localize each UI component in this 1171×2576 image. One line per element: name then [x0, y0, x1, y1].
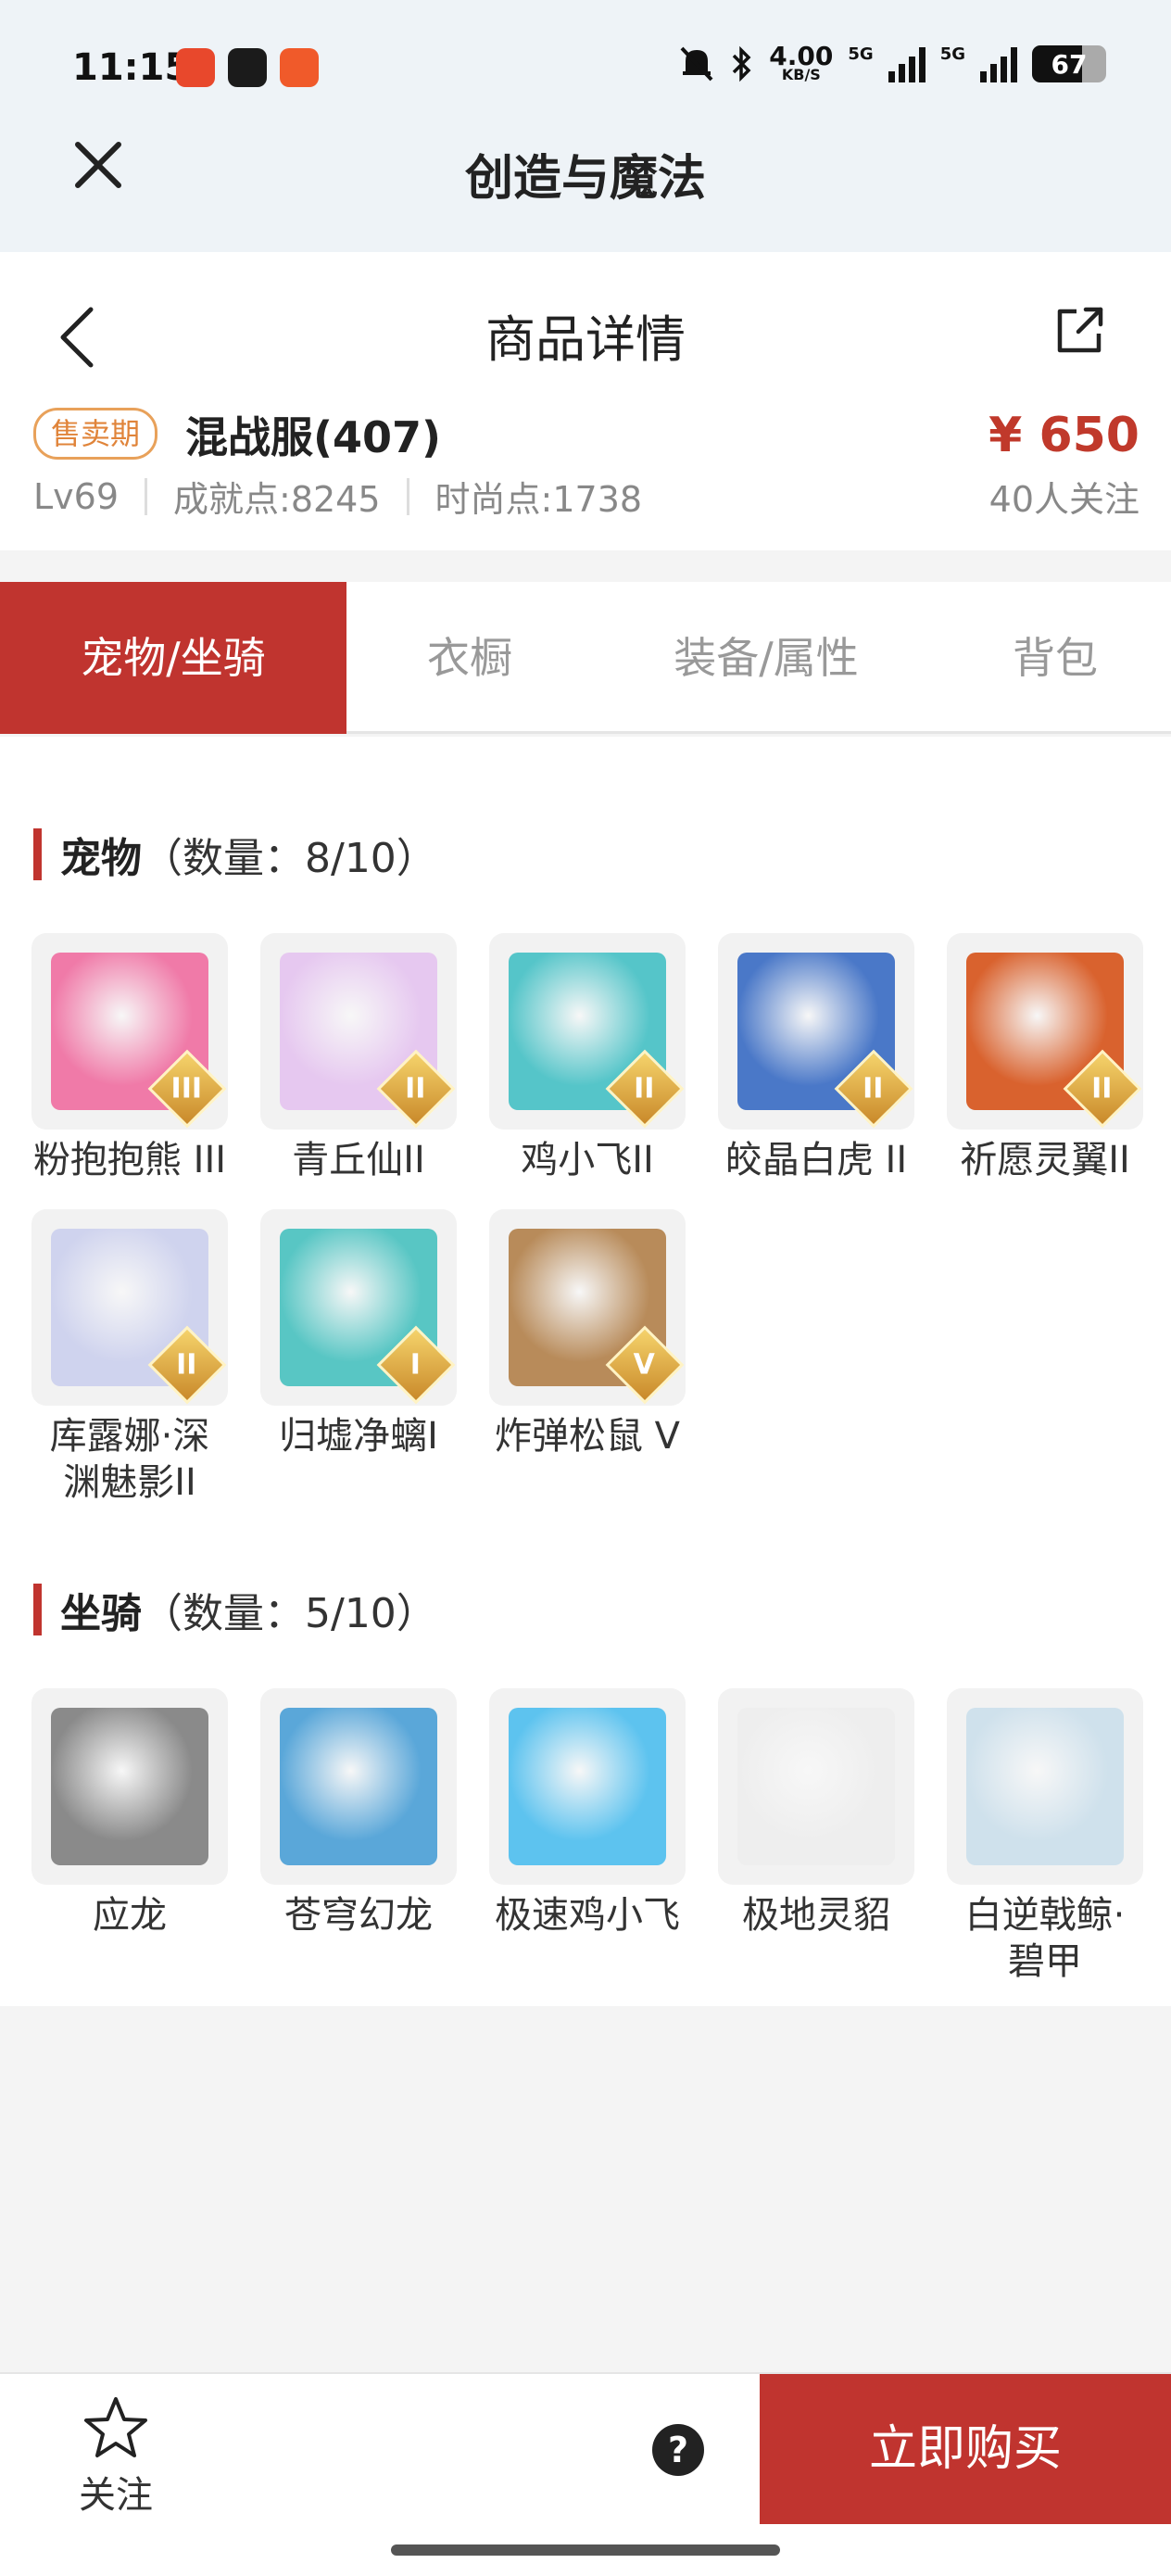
sim2-label: 5G	[939, 44, 965, 64]
follow-label: 关注	[79, 2474, 153, 2517]
sale-period-badge: 售卖期	[33, 408, 158, 460]
notification-icons	[176, 48, 319, 87]
item-name: 归墟净螭I	[279, 1415, 438, 1458]
section-marker	[33, 1584, 42, 1635]
app-notification-icon	[228, 48, 267, 87]
tab-pets-mounts[interactable]: 宠物/坐骑	[0, 582, 346, 734]
item-thumbnail	[260, 1688, 457, 1885]
app-header: 11:15 4.00 KB/S 5G 5G 67 创造与魔法	[0, 0, 1171, 252]
bottom-action-bar: 关注 ? 立即购买	[0, 2372, 1171, 2576]
list-item[interactable]: 白逆戟鲸·碧甲	[947, 1688, 1143, 1985]
battery-icon: 67	[1032, 45, 1106, 82]
fashion-points: 时尚点:1738	[434, 479, 643, 520]
item-thumbnail: II	[947, 933, 1143, 1130]
item-name: 库露娜·深渊魅影II	[49, 1415, 210, 1504]
share-icon[interactable]	[1054, 304, 1106, 356]
item-thumbnail: II	[260, 933, 457, 1130]
blue-chick-icon	[509, 1708, 666, 1865]
tab-backpack[interactable]: 背包	[939, 582, 1171, 734]
achievement-points: 成就点:8245	[173, 479, 381, 520]
list-item[interactable]: II 鸡小飞II	[489, 933, 686, 1183]
page-title: 商品详情	[485, 310, 686, 369]
list-item[interactable]: II 青丘仙II	[260, 933, 457, 1183]
level-text: Lv69	[33, 475, 120, 517]
app-notification-icon	[280, 48, 319, 87]
item-name: 鸡小飞II	[521, 1139, 654, 1181]
sky-dragon-icon	[280, 1708, 437, 1865]
list-item[interactable]: II 皎晶白虎 II	[718, 933, 914, 1183]
list-item[interactable]: 应龙	[31, 1688, 228, 1985]
account-stats: Lv69 成就点:8245 时尚点:1738	[33, 471, 642, 522]
pet-list: III 粉抱抱熊 III II 青丘仙II II 鸡小飞II II 皎晶白虎 II II 祈愿灵翼…	[31, 933, 1143, 1506]
item-thumbnail	[718, 1688, 914, 1885]
list-item[interactable]: V 炸弹松鼠 V	[489, 1209, 686, 1506]
item-name: 应龙	[93, 1894, 167, 1937]
category-tabs: 宠物/坐骑 衣橱 装备/属性 背包	[0, 582, 1171, 734]
item-thumbnail	[489, 1688, 686, 1885]
mute-bell-icon	[680, 46, 713, 82]
item-name: 粉抱抱熊 III	[32, 1139, 227, 1181]
polar-marten-icon	[737, 1708, 895, 1865]
star-icon	[84, 2397, 147, 2457]
app-title: 创造与魔法	[464, 151, 706, 207]
item-name: 白逆戟鲸·碧甲	[964, 1894, 1126, 1983]
list-item[interactable]: II 祈愿灵翼II	[947, 933, 1143, 1183]
divider	[406, 477, 409, 515]
bluetooth-icon	[733, 45, 751, 82]
item-name: 苍穹幻龙	[284, 1894, 433, 1937]
list-item[interactable]: 苍穹幻龙	[260, 1688, 457, 1985]
status-indicators: 4.00 KB/S 5G 5G 67	[678, 44, 1106, 83]
item-name: 极速鸡小飞	[495, 1894, 680, 1937]
network-speed: 4.00 KB/S	[769, 41, 834, 83]
item-thumbnail: II	[31, 1209, 228, 1406]
orca-icon	[966, 1708, 1124, 1865]
item-name: 皎晶白虎 II	[724, 1139, 908, 1181]
ying-dragon-icon	[51, 1708, 208, 1865]
tab-equipment[interactable]: 装备/属性	[593, 582, 939, 734]
price: ¥ 650	[988, 408, 1140, 463]
status-time: 11:15	[72, 46, 191, 89]
pets-section-title: 宠物 （数量：8/10）	[33, 825, 437, 884]
tab-wardrobe[interactable]: 衣橱	[346, 582, 593, 734]
list-item[interactable]: III 粉抱抱熊 III	[31, 933, 228, 1183]
follow-button[interactable]: 关注	[74, 2394, 157, 2519]
mount-list: 应龙 苍穹幻龙 极速鸡小飞 极地灵貂 白逆戟鲸·碧甲	[31, 1688, 1143, 1985]
help-icon[interactable]: ?	[652, 2424, 704, 2476]
item-name: 炸弹松鼠 V	[494, 1415, 681, 1458]
item-thumbnail	[947, 1688, 1143, 1885]
list-item[interactable]: 极速鸡小飞	[489, 1688, 686, 1985]
section-marker	[33, 828, 42, 880]
list-item[interactable]: II 库露娜·深渊魅影II	[31, 1209, 228, 1506]
pets-mounts-panel: 宠物 （数量：8/10） III 粉抱抱熊 III II 青丘仙II II 鸡小飞II II 皎…	[0, 737, 1171, 2006]
sim1-label: 5G	[848, 44, 874, 64]
item-thumbnail: III	[31, 933, 228, 1130]
app-notification-icon	[176, 48, 215, 87]
item-thumbnail: II	[718, 933, 914, 1130]
status-bar: 11:15 4.00 KB/S 5G 5G 67	[0, 37, 1171, 102]
mounts-section-title: 坐骑 （数量：5/10）	[33, 1580, 437, 1639]
item-thumbnail: V	[489, 1209, 686, 1406]
item-thumbnail: I	[260, 1209, 457, 1406]
item-thumbnail	[31, 1688, 228, 1885]
signal-icon	[980, 45, 1017, 82]
list-item[interactable]: I 归墟净螭I	[260, 1209, 457, 1506]
divider	[145, 477, 148, 515]
item-name: 祈愿灵翼II	[960, 1139, 1130, 1181]
item-thumbnail: II	[489, 933, 686, 1130]
buy-now-button[interactable]: 立即购买	[760, 2374, 1171, 2524]
item-name: 青丘仙II	[292, 1139, 425, 1181]
item-name: 极地灵貂	[742, 1894, 890, 1937]
signal-icon	[888, 45, 925, 82]
list-item[interactable]: 极地灵貂	[718, 1688, 914, 1985]
follower-count: 40人关注	[988, 479, 1140, 520]
home-indicator	[391, 2544, 780, 2556]
server-name: 混战服(407)	[185, 412, 442, 462]
product-header: 商品详情 售卖期 混战服(407) ¥ 650 Lv69 成就点:8245 时尚…	[0, 252, 1171, 550]
